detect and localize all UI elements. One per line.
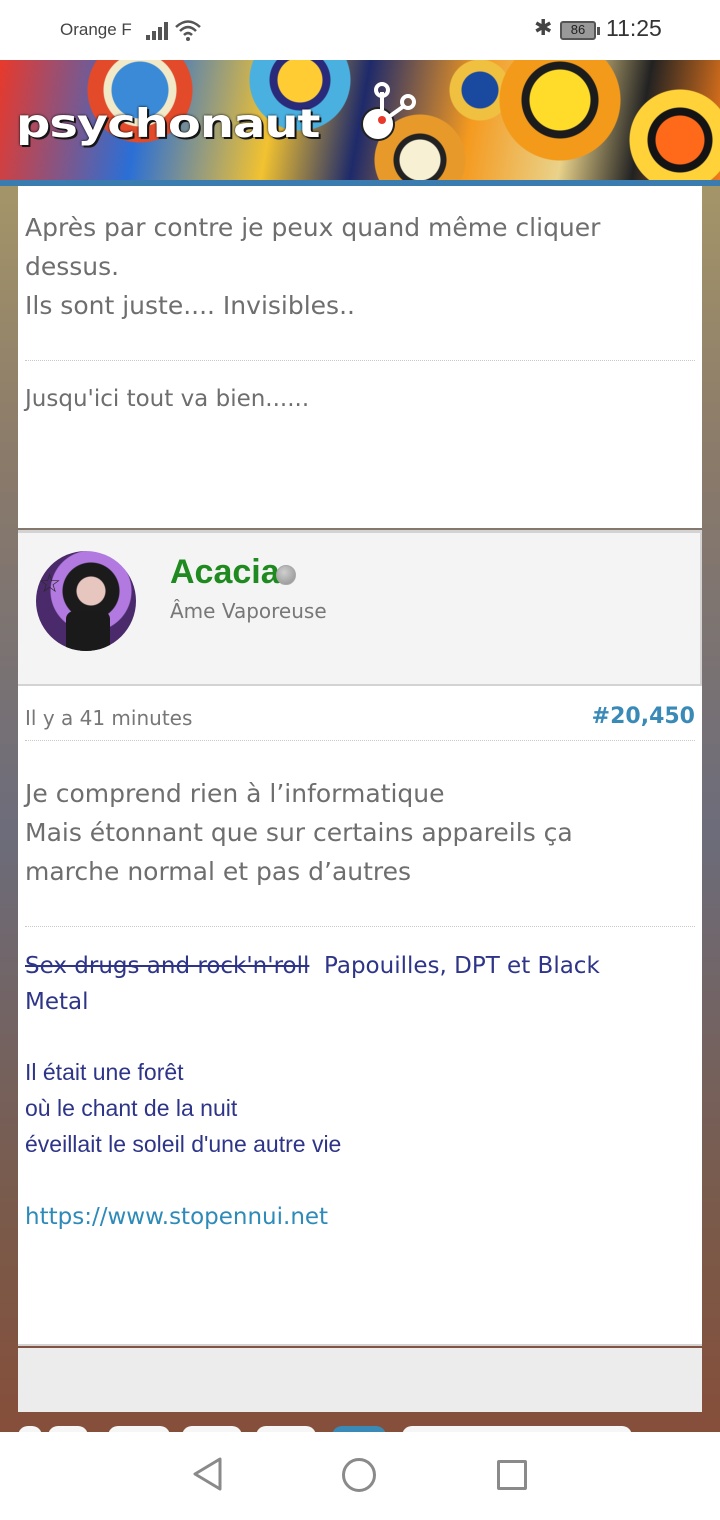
clock: 11:25: [606, 15, 662, 41]
carrier-label: Orange F: [60, 20, 132, 39]
signature-divider: [25, 926, 695, 927]
post: Il y a 41 minutes #20,450 Je comprend ri…: [18, 686, 702, 1346]
author-rank: Âme Vaporeuse: [170, 599, 327, 623]
battery-icon: 86: [560, 21, 600, 40]
pentagram-icon: ☆: [38, 569, 62, 599]
previous-post-line: dessus.: [25, 252, 120, 281]
logo-mascot-icon: [361, 82, 416, 141]
wifi-icon: [175, 20, 201, 41]
offline-status-icon: [276, 565, 296, 585]
signature-divider: [25, 360, 695, 361]
home-icon[interactable]: [342, 1458, 376, 1492]
post-number-link[interactable]: #20,450: [592, 704, 695, 729]
signal-icon: [146, 20, 170, 40]
post-line: Je comprend rien à l’informatique: [25, 779, 445, 808]
pagination[interactable]: [0, 1412, 720, 1432]
bluetooth-icon: ✱: [534, 16, 553, 41]
post-line: marche normal et pas d’autres: [25, 857, 412, 886]
signature-poem-line: Il était une forêt: [25, 1059, 184, 1085]
post-line: Mais étonnant que sur certains appareils…: [25, 818, 573, 847]
signature-text: Metal: [25, 989, 89, 1015]
post-footer: [18, 1348, 702, 1412]
meta-divider: [25, 740, 695, 741]
avatar[interactable]: ☆: [36, 551, 136, 651]
signature-text: Papouilles, DPT et Black: [324, 953, 600, 979]
signature-struck-text: Sex drugs and rock'n'roll: [25, 953, 310, 979]
signature-poem-line: éveillait le soleil d'une autre vie: [25, 1131, 342, 1157]
battery-level: 86: [570, 22, 586, 37]
author-name[interactable]: Acacia: [170, 553, 280, 592]
signature-link[interactable]: https://www.stopennui.net: [25, 1204, 328, 1230]
previous-post-line: Ils sont juste.... Invisibles..: [25, 291, 355, 320]
recents-icon[interactable]: [497, 1460, 527, 1490]
site-logo[interactable]: psychonaut: [16, 101, 320, 147]
previous-post: Après par contre je peux quand même cliq…: [18, 186, 702, 528]
author-card: ☆ Acacia Âme Vaporeuse: [18, 530, 702, 686]
previous-post-signature: Jusqu'ici tout va bien......: [25, 386, 310, 412]
post-time: Il y a 41 minutes: [25, 706, 193, 730]
system-nav-bar: [0, 1432, 720, 1520]
back-icon[interactable]: [190, 1456, 224, 1492]
previous-post-line: Après par contre je peux quand même cliq…: [25, 213, 601, 242]
signature-poem-line: où le chant de la nuit: [25, 1095, 238, 1121]
signature-line: Sex drugs and rock'n'roll Papouilles, DP…: [25, 948, 600, 984]
status-bar: Orange F ✱ 86 11:25: [0, 0, 720, 60]
